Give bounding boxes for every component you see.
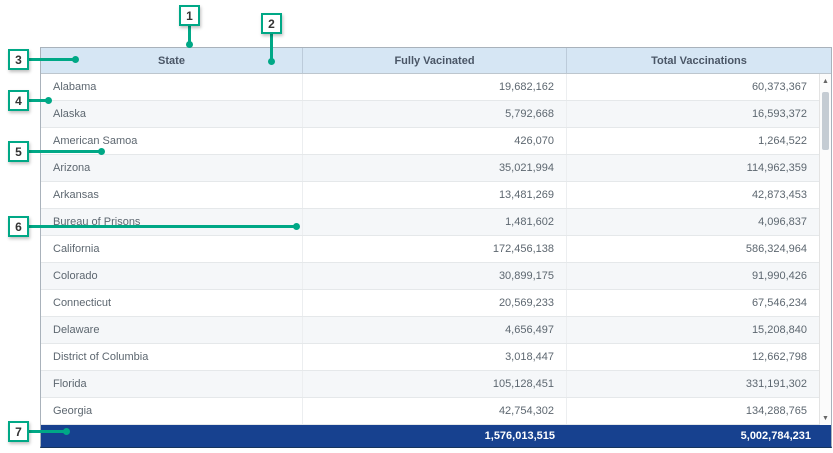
table-row[interactable]: Alabama 19,682,162 60,373,367 (41, 74, 831, 101)
callout-3-marker: 3 (8, 49, 29, 70)
callout-5-line (29, 150, 101, 153)
table-row[interactable]: Connecticut 20,569,233 67,546,234 (41, 290, 831, 317)
table-row[interactable]: Georgia 42,754,302 134,288,765 (41, 398, 831, 425)
callout-5-marker: 5 (8, 141, 29, 162)
column-header-state[interactable]: State (41, 48, 303, 73)
table-row[interactable]: Colorado 30,899,175 91,990,426 (41, 263, 831, 290)
callout-4-line (29, 99, 48, 102)
table-row[interactable]: Alaska 5,792,668 16,593,372 (41, 101, 831, 128)
cell-fully-vaccinated: 5,792,668 (303, 101, 567, 127)
cell-state: California (41, 236, 303, 262)
callout-2-line (270, 34, 273, 61)
cell-state: Colorado (41, 263, 303, 289)
cell-fully-vaccinated: 1,481,602 (303, 209, 567, 235)
cell-state: District of Columbia (41, 344, 303, 370)
cell-state: Alaska (41, 101, 303, 127)
cell-fully-vaccinated: 30,899,175 (303, 263, 567, 289)
scroll-up-icon[interactable]: ▲ (820, 74, 831, 88)
vertical-scrollbar[interactable]: ▲ ▼ (819, 74, 831, 425)
cell-total-vaccinations: 114,962,359 (567, 155, 831, 181)
table-row[interactable]: American Samoa 426,070 1,264,522 (41, 128, 831, 155)
scrollbar-thumb[interactable] (822, 92, 829, 150)
column-header-total-vaccinations[interactable]: Total Vaccinations (567, 48, 831, 73)
scroll-down-icon[interactable]: ▼ (820, 411, 831, 425)
table-row[interactable]: Delaware 4,656,497 15,208,840 (41, 317, 831, 344)
cell-state: Georgia (41, 398, 303, 424)
callout-4-marker: 4 (8, 90, 29, 111)
cell-total-vaccinations: 331,191,302 (567, 371, 831, 397)
cell-state: Arizona (41, 155, 303, 181)
callout-6-marker: 6 (8, 216, 29, 237)
cell-state: Delaware (41, 317, 303, 343)
table-row[interactable]: California 172,456,138 586,324,964 (41, 236, 831, 263)
callout-1-dot (186, 41, 193, 48)
callout-3-line (29, 58, 75, 61)
cell-state: Connecticut (41, 290, 303, 316)
cell-state: Bureau of Prisons (41, 209, 303, 235)
table-body: Alabama 19,682,162 60,373,367 Alaska 5,7… (41, 74, 831, 425)
cell-fully-vaccinated: 3,018,447 (303, 344, 567, 370)
cell-total-vaccinations: 15,208,840 (567, 317, 831, 343)
table-row[interactable]: Arkansas 13,481,269 42,873,453 (41, 182, 831, 209)
callout-7-line (29, 430, 66, 433)
table-row[interactable]: District of Columbia 3,018,447 12,662,79… (41, 344, 831, 371)
totals-row: 1,576,013,515 5,002,784,231 (41, 425, 831, 447)
cell-fully-vaccinated: 20,569,233 (303, 290, 567, 316)
cell-total-vaccinations: 134,288,765 (567, 398, 831, 424)
cell-total-vaccinations: 1,264,522 (567, 128, 831, 154)
cell-total-vaccinations: 16,593,372 (567, 101, 831, 127)
callout-2-dot (268, 58, 275, 65)
vaccinations-table: State Fully Vacinated Total Vaccinations… (40, 47, 832, 448)
callout-2-marker: 2 (261, 13, 282, 34)
callout-7-dot (63, 428, 70, 435)
cell-total-vaccinations: 42,873,453 (567, 182, 831, 208)
cell-state: Florida (41, 371, 303, 397)
callout-6-dot (293, 223, 300, 230)
totals-state-cell (41, 425, 303, 447)
table-row[interactable]: Arizona 35,021,994 114,962,359 (41, 155, 831, 182)
cell-fully-vaccinated: 172,456,138 (303, 236, 567, 262)
cell-fully-vaccinated: 105,128,451 (303, 371, 567, 397)
totals-fully-vaccinated: 1,576,013,515 (303, 425, 567, 447)
cell-state: Arkansas (41, 182, 303, 208)
cell-fully-vaccinated: 426,070 (303, 128, 567, 154)
table-row[interactable]: Florida 105,128,451 331,191,302 (41, 371, 831, 398)
callout-1-marker: 1 (179, 5, 200, 26)
callout-4-dot (45, 97, 52, 104)
cell-fully-vaccinated: 42,754,302 (303, 398, 567, 424)
table-header-row: State Fully Vacinated Total Vaccinations (41, 48, 831, 74)
cell-total-vaccinations: 4,096,837 (567, 209, 831, 235)
cell-fully-vaccinated: 13,481,269 (303, 182, 567, 208)
callout-3-dot (72, 56, 79, 63)
callout-1-line (188, 26, 191, 44)
cell-fully-vaccinated: 35,021,994 (303, 155, 567, 181)
column-header-fully-vaccinated[interactable]: Fully Vacinated (303, 48, 567, 73)
cell-total-vaccinations: 67,546,234 (567, 290, 831, 316)
cell-fully-vaccinated: 4,656,497 (303, 317, 567, 343)
callout-5-dot (98, 148, 105, 155)
cell-total-vaccinations: 586,324,964 (567, 236, 831, 262)
page: State Fully Vacinated Total Vaccinations… (0, 0, 833, 453)
callout-7-marker: 7 (8, 421, 29, 442)
table-row[interactable]: Bureau of Prisons 1,481,602 4,096,837 (41, 209, 831, 236)
cell-total-vaccinations: 91,990,426 (567, 263, 831, 289)
cell-total-vaccinations: 12,662,798 (567, 344, 831, 370)
cell-state: Alabama (41, 74, 303, 100)
totals-total-vaccinations: 5,002,784,231 (567, 425, 831, 447)
cell-total-vaccinations: 60,373,367 (567, 74, 831, 100)
cell-fully-vaccinated: 19,682,162 (303, 74, 567, 100)
callout-6-line (29, 225, 296, 228)
